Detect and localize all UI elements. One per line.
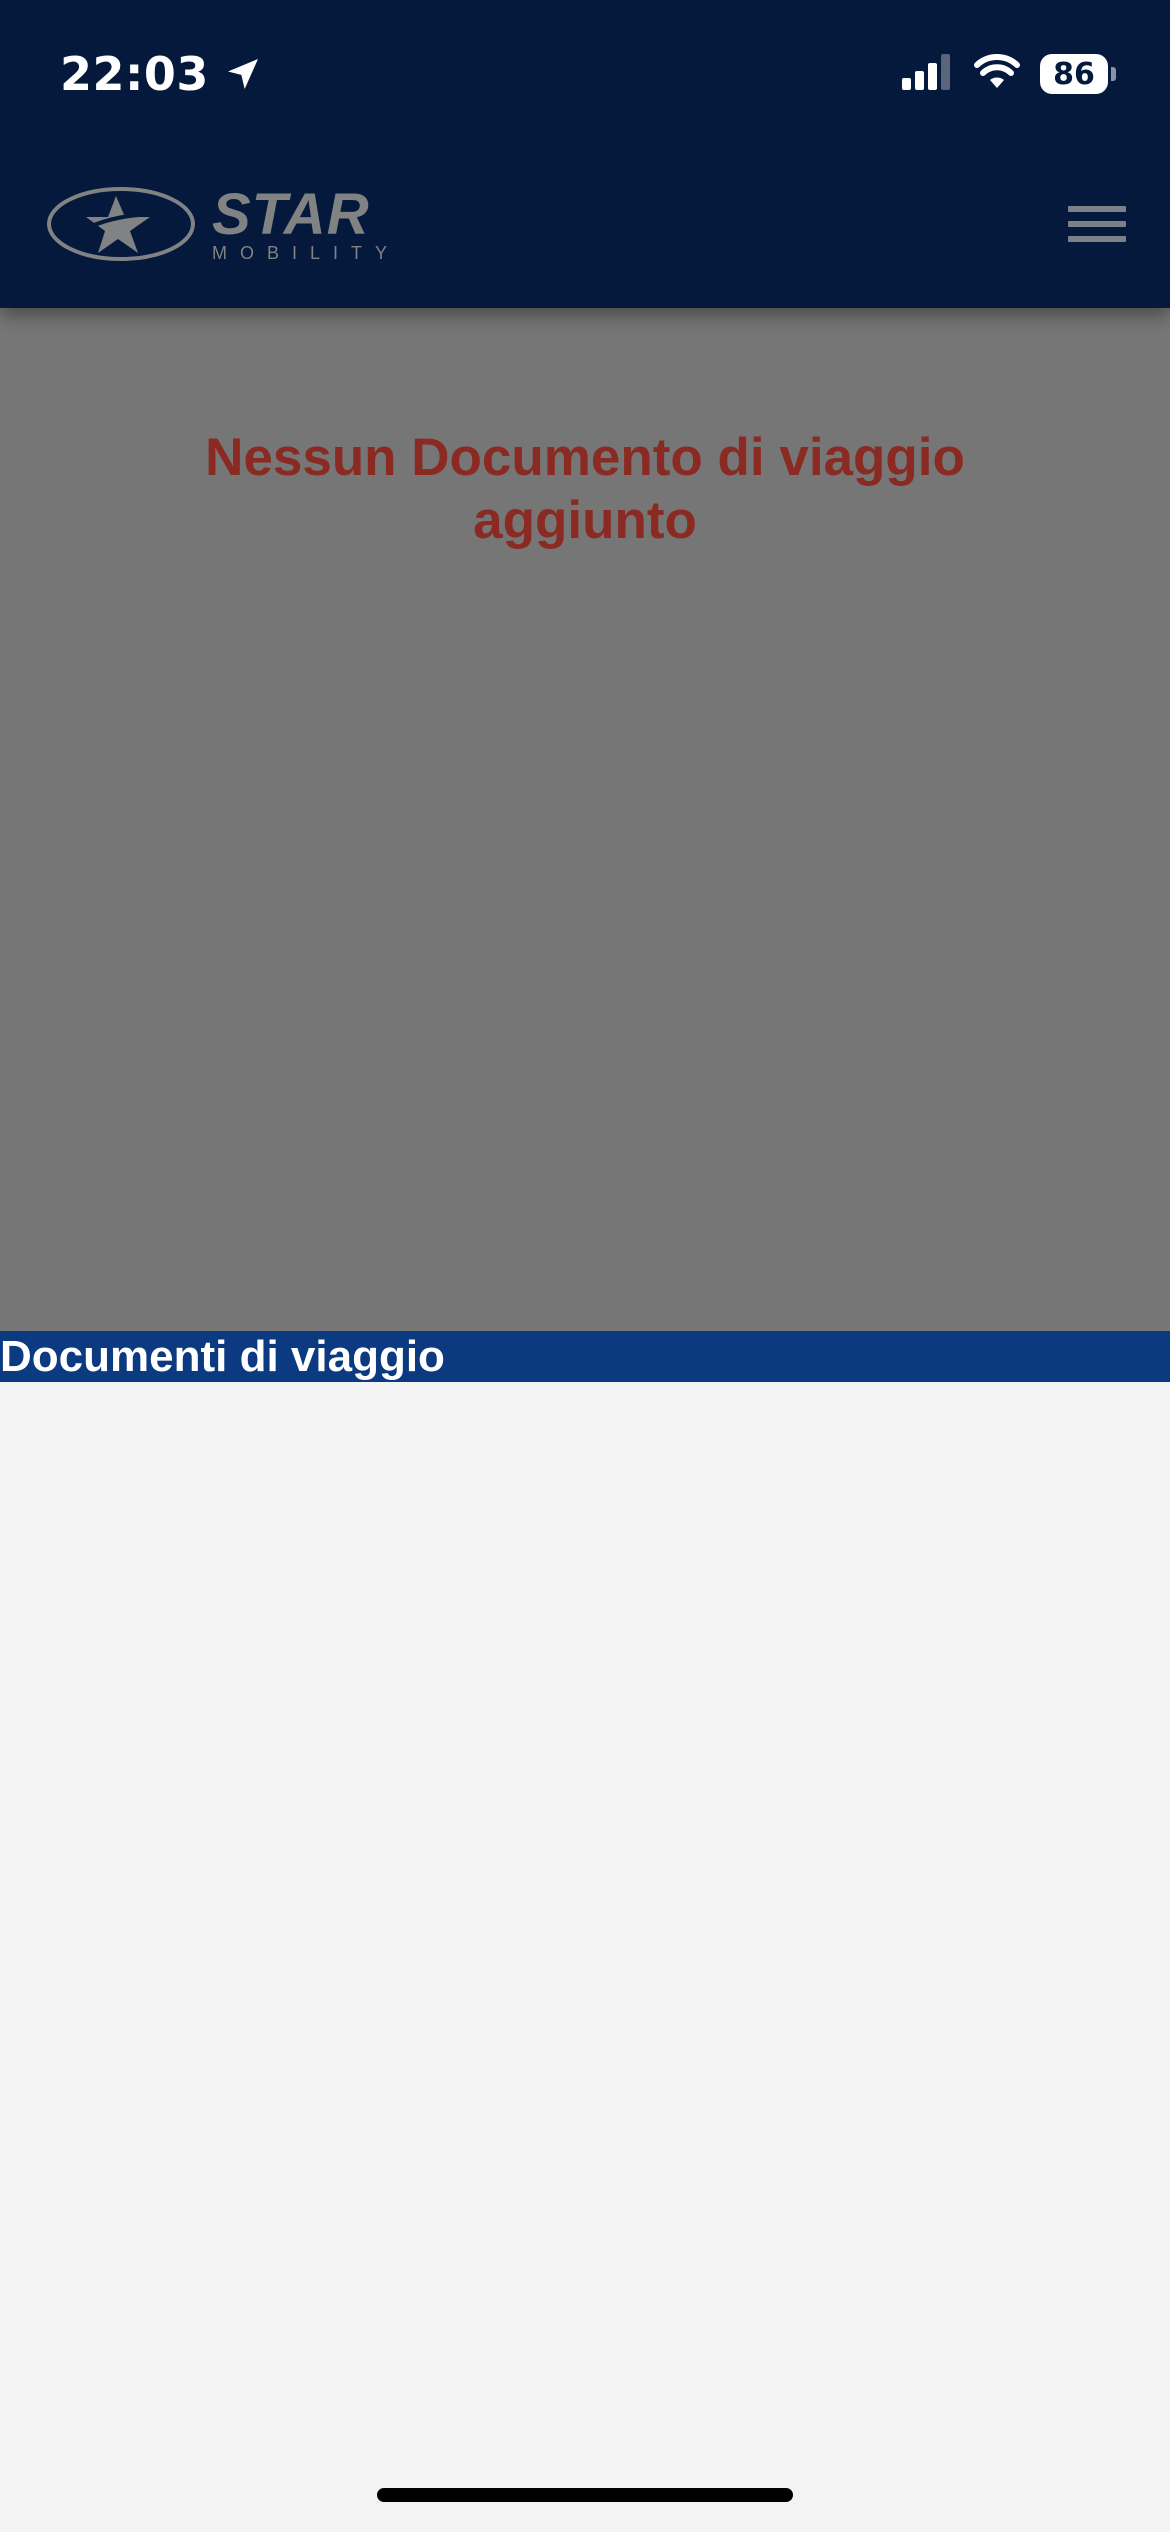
menu-line [1068, 221, 1126, 227]
hamburger-menu-icon[interactable] [1068, 200, 1126, 248]
location-arrow-icon [223, 54, 263, 94]
home-indicator[interactable] [377, 2488, 793, 2502]
logo-text: STAR MOBILITY [212, 181, 401, 264]
logo-tagline: MOBILITY [212, 242, 401, 263]
star-mobility-logo[interactable]: STAR MOBILITY [46, 181, 401, 267]
empty-state-panel: Nessun Documento di viaggio aggiunto [0, 308, 1170, 1331]
battery-icon: 86 [1040, 54, 1116, 94]
section-header: Documenti di viaggio [0, 1331, 1170, 1382]
logo-wordmark: STAR [212, 181, 370, 247]
cellular-signal-icon [902, 53, 954, 95]
empty-state-message: Nessun Documento di viaggio aggiunto [205, 428, 965, 550]
star-emblem-icon [46, 186, 196, 267]
menu-line [1068, 206, 1126, 212]
status-bar-indicators: 86 [902, 46, 1116, 102]
app-header: 22:03 86 STAR MOBILITY [0, 0, 1170, 308]
status-bar-time-group: 22:03 [60, 44, 263, 104]
battery-level: 86 [1040, 54, 1108, 94]
battery-cap [1111, 67, 1116, 81]
wifi-icon [974, 53, 1020, 95]
section-title: Documenti di viaggio [0, 1332, 445, 1381]
status-time: 22:03 [60, 47, 209, 101]
menu-line [1068, 236, 1126, 242]
